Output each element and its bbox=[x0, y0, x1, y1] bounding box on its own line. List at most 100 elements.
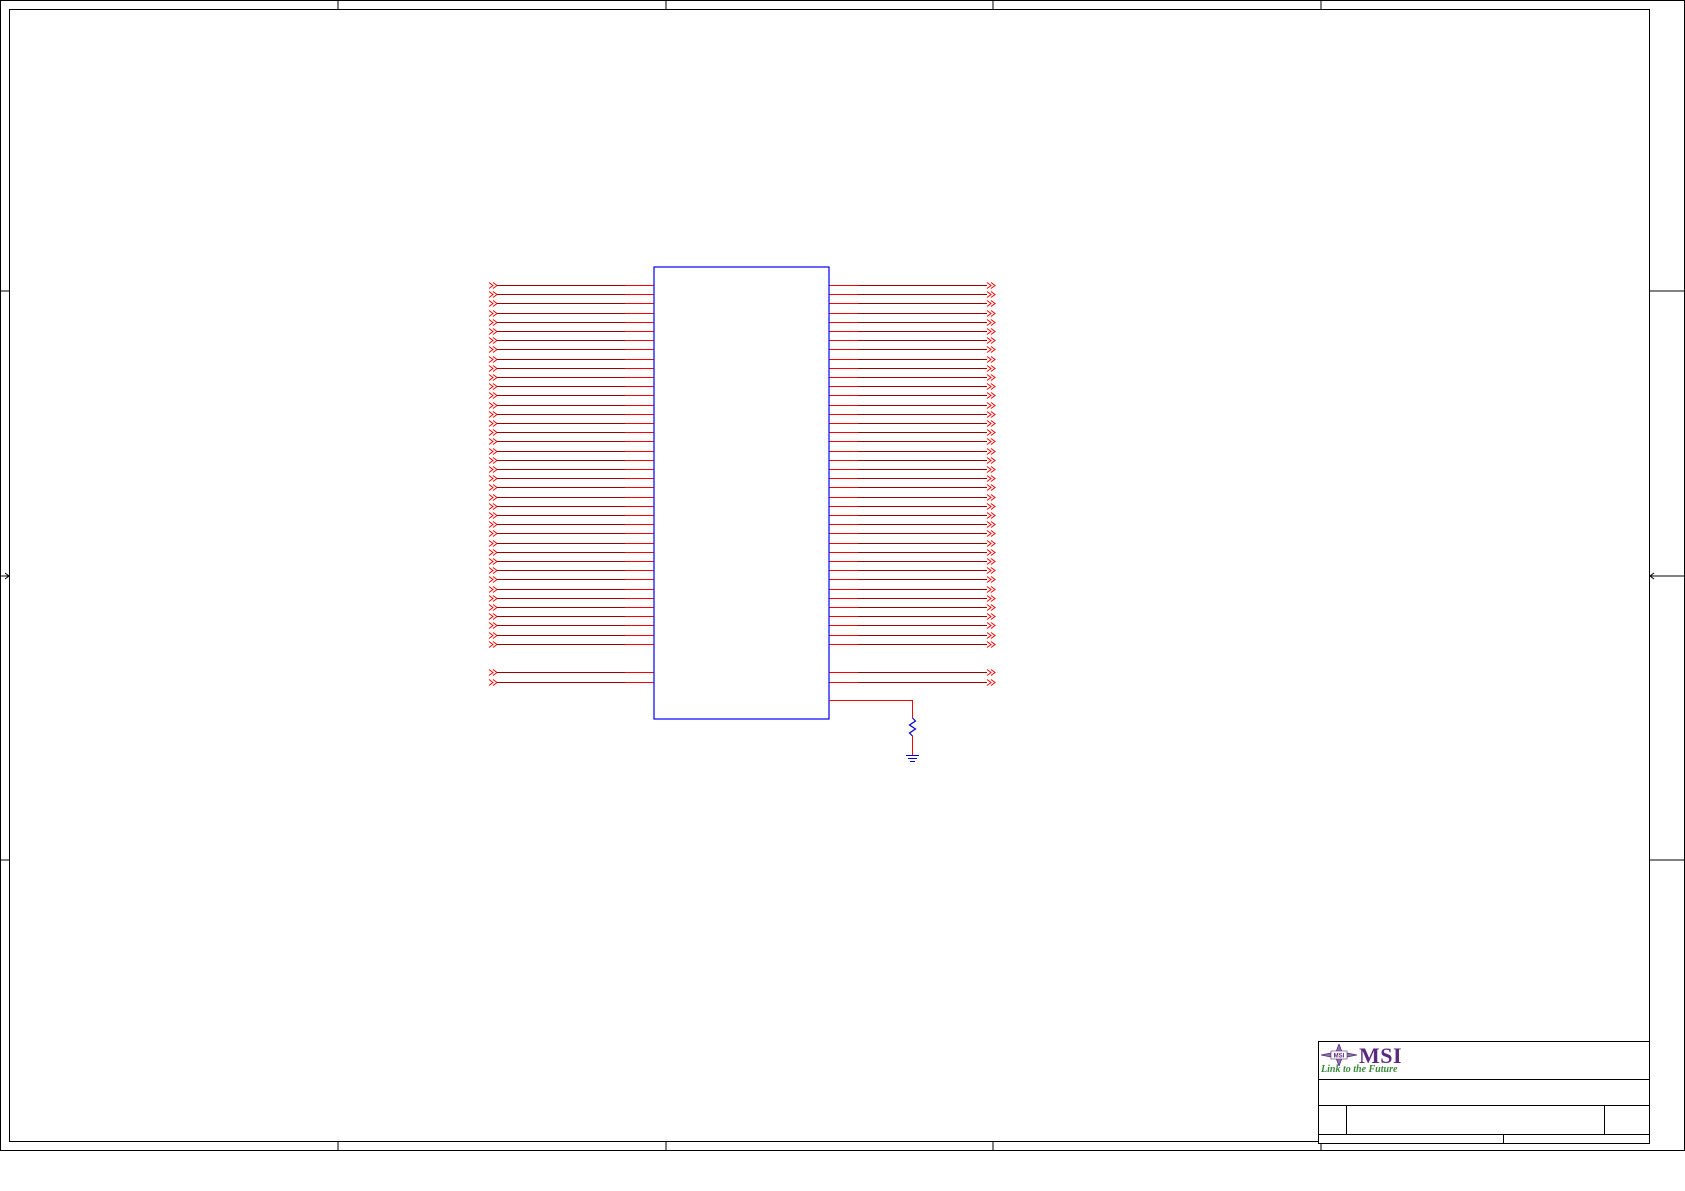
title-block-revision-field bbox=[1604, 1105, 1650, 1134]
off-page-connector-icon bbox=[986, 319, 996, 326]
off-page-connector-icon bbox=[488, 622, 498, 629]
off-page-connector-icon bbox=[488, 540, 498, 547]
off-page-connector-icon bbox=[488, 604, 498, 611]
off-page-connector-icon bbox=[986, 567, 996, 574]
off-page-connector-icon bbox=[488, 328, 498, 335]
off-page-connector-icon bbox=[488, 669, 498, 676]
title-block-size-field bbox=[1319, 1105, 1347, 1134]
off-page-connector-icon bbox=[986, 356, 996, 363]
off-page-connector-icon bbox=[986, 679, 996, 686]
off-page-connector-icon bbox=[986, 392, 996, 399]
off-page-connector-icon bbox=[986, 411, 996, 418]
off-page-connector-icon bbox=[488, 512, 498, 519]
off-page-connector-icon bbox=[488, 484, 498, 491]
off-page-connector-icon bbox=[488, 503, 498, 510]
center-arrow-right-icon bbox=[1649, 572, 1684, 580]
off-page-connector-icon bbox=[488, 337, 498, 344]
title-block-document-row bbox=[1319, 1105, 1649, 1135]
off-page-connector-icon bbox=[986, 328, 996, 335]
off-page-connector-icon bbox=[488, 291, 498, 298]
resistor-icon bbox=[908, 717, 917, 737]
off-page-connector-icon bbox=[986, 457, 996, 464]
off-page-connector-icon bbox=[986, 402, 996, 409]
off-page-connector-icon bbox=[488, 549, 498, 556]
drawing-frame bbox=[0, 0, 1685, 1151]
outer-border bbox=[0, 0, 1685, 1151]
off-page-connector-icon bbox=[488, 632, 498, 639]
off-page-connector-icon bbox=[986, 549, 996, 556]
title-block-title-field bbox=[1319, 1079, 1649, 1106]
off-page-connector-icon bbox=[986, 521, 996, 528]
off-page-connector-icon bbox=[986, 300, 996, 307]
off-page-connector-icon bbox=[986, 310, 996, 317]
off-page-connector-icon bbox=[488, 576, 498, 583]
off-page-connector-icon bbox=[986, 613, 996, 620]
off-page-connector-icon bbox=[488, 595, 498, 602]
off-page-connector-icon bbox=[986, 530, 996, 537]
off-page-connector-icon bbox=[986, 365, 996, 372]
off-page-connector-icon bbox=[986, 540, 996, 547]
off-page-connector-icon bbox=[488, 530, 498, 537]
title-block-footer-row bbox=[1319, 1134, 1649, 1144]
off-page-connector-icon bbox=[986, 576, 996, 583]
off-page-connector-icon bbox=[986, 632, 996, 639]
off-page-connector-icon bbox=[488, 521, 498, 528]
center-arrow-left-icon bbox=[1, 572, 10, 580]
off-page-connector-icon bbox=[986, 466, 996, 473]
off-page-connector-icon bbox=[488, 494, 498, 501]
off-page-connector-icon bbox=[488, 641, 498, 648]
off-page-connector-icon bbox=[986, 438, 996, 445]
off-page-connector-icon bbox=[488, 310, 498, 317]
off-page-connector-icon bbox=[488, 448, 498, 455]
off-page-connector-icon bbox=[488, 374, 498, 381]
msi-logo-tagline: Link to the Future bbox=[1321, 1064, 1398, 1075]
off-page-connector-icon bbox=[488, 300, 498, 307]
off-page-connector-icon bbox=[986, 291, 996, 298]
off-page-connector-icon bbox=[488, 420, 498, 427]
off-page-connector-icon bbox=[488, 613, 498, 620]
off-page-connector-icon bbox=[488, 346, 498, 353]
off-page-connector-icon bbox=[488, 567, 498, 574]
title-block-sheet-field bbox=[1503, 1134, 1650, 1144]
ic-component-body[interactable] bbox=[653, 266, 830, 720]
off-page-connector-icon bbox=[986, 383, 996, 390]
pulldown-resistor-network bbox=[829, 700, 919, 762]
off-page-connector-icon bbox=[488, 411, 498, 418]
off-page-connector-icon bbox=[488, 383, 498, 390]
off-page-connector-icon bbox=[488, 356, 498, 363]
off-page-connector-icon bbox=[986, 595, 996, 602]
off-page-connector-icon bbox=[986, 641, 996, 648]
svg-text:MSI: MSI bbox=[1334, 1054, 1345, 1060]
off-page-connector-icon bbox=[986, 669, 996, 676]
off-page-connector-icon bbox=[986, 604, 996, 611]
off-page-connector-icon bbox=[488, 679, 498, 686]
off-page-connector-icon bbox=[986, 448, 996, 455]
title-block-document-number-field bbox=[1346, 1105, 1605, 1134]
off-page-connector-icon bbox=[986, 420, 996, 427]
off-page-connector-icon bbox=[488, 392, 498, 399]
off-page-connector-icon bbox=[986, 429, 996, 436]
off-page-connector-icon bbox=[488, 319, 498, 326]
off-page-connector-icon bbox=[986, 586, 996, 593]
schematic-canvas bbox=[0, 0, 1685, 1151]
right-signal-bus bbox=[829, 282, 996, 686]
title-block-logo-row: MSI MSI Link to the Future bbox=[1319, 1042, 1649, 1080]
ground-icon bbox=[906, 755, 919, 762]
off-page-connector-icon bbox=[986, 475, 996, 482]
zone-markers bbox=[1, 1, 1684, 1151]
off-page-connector-icon bbox=[986, 484, 996, 491]
off-page-connector-icon bbox=[986, 346, 996, 353]
off-page-connector-icon bbox=[488, 457, 498, 464]
off-page-connector-icon bbox=[488, 429, 498, 436]
off-page-connector-icon bbox=[488, 466, 498, 473]
off-page-connector-icon bbox=[986, 282, 996, 289]
off-page-connector-icon bbox=[488, 402, 498, 409]
title-block: MSI MSI Link to the Future bbox=[1318, 1041, 1650, 1144]
msi-star-icon: MSI bbox=[1321, 1044, 1357, 1066]
off-page-connector-icon bbox=[488, 365, 498, 372]
off-page-connector-icon bbox=[986, 558, 996, 565]
off-page-connector-icon bbox=[488, 438, 498, 445]
off-page-connector-icon bbox=[986, 512, 996, 519]
off-page-connector-icon bbox=[488, 586, 498, 593]
off-page-connector-icon bbox=[986, 337, 996, 344]
